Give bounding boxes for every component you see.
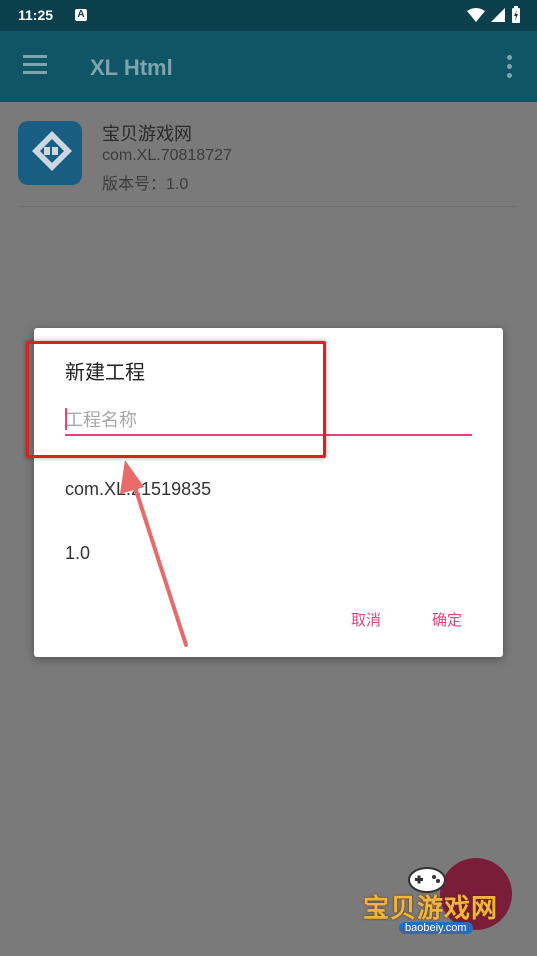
- watermark: 宝贝游戏网 baobeiy.com: [355, 856, 515, 952]
- ok-button[interactable]: 确定: [432, 609, 462, 630]
- dialog-package-field[interactable]: com.XL.21519835: [65, 479, 211, 500]
- signal-icon: [491, 7, 505, 22]
- status-time: 11:25: [18, 7, 54, 23]
- project-list-item[interactable]: 宝贝游戏网 com.XL.70818727 版本号：1.0: [18, 120, 518, 207]
- project-package: com.XL.70818727: [102, 147, 232, 164]
- dialog-version-field[interactable]: 1.0: [65, 543, 90, 564]
- app-toolbar: XL Html: [0, 31, 537, 102]
- project-app-icon: [18, 121, 82, 185]
- status-icons: [467, 6, 521, 23]
- project-name: 宝贝游戏网: [102, 124, 192, 144]
- watermark-url: baobeiy.com: [399, 922, 473, 934]
- battery-icon: [512, 6, 520, 23]
- menu-icon[interactable]: [23, 55, 47, 75]
- watermark-text: 宝贝游戏网: [363, 893, 499, 923]
- more-options-icon[interactable]: [507, 55, 513, 78]
- status-bar: 11:25 A: [0, 0, 537, 31]
- notification-icon: A: [75, 9, 87, 21]
- project-version: 版本号：1.0: [102, 176, 189, 193]
- annotation-highlight-box: [26, 341, 326, 458]
- app-title: XL Html: [90, 55, 173, 80]
- cancel-button[interactable]: 取消: [351, 609, 381, 630]
- wifi-icon: [467, 7, 485, 22]
